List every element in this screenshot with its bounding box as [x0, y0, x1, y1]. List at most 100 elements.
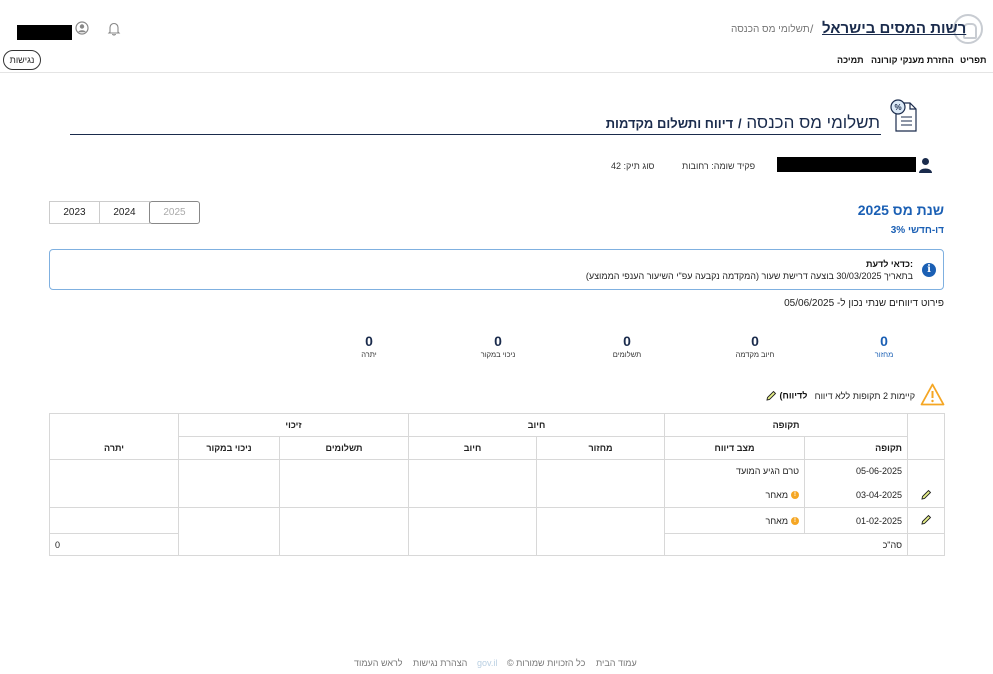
turnover-cell — [536, 459, 666, 508]
year-tabs: 2023 2024 2025 — [49, 201, 200, 224]
stat-label: יתרה — [361, 350, 377, 359]
total-balance: 0 — [49, 533, 179, 556]
withholding-cell — [177, 507, 281, 556]
balance-cell — [49, 507, 179, 534]
nav-corona-grants[interactable]: החזרת מענקי קורונה — [871, 55, 954, 65]
stat-advance-charge: 0 חיוב מקדמה — [715, 333, 795, 359]
header-divider — [0, 72, 993, 73]
status-cell: !מאחר — [664, 507, 806, 534]
withholding-cell — [177, 459, 281, 508]
late-indicator-icon: ! — [791, 491, 800, 500]
stat-payments: 0 תשלומים — [587, 333, 667, 359]
pencil-icon[interactable] — [920, 514, 932, 526]
tab-year-2024[interactable]: 2024 — [99, 201, 150, 224]
nav-menu[interactable]: תפריט — [960, 55, 986, 65]
table-row: 01-02-2025 !מאחר — [49, 507, 946, 556]
footer-accessibility-link[interactable]: הצהרת נגישות — [413, 658, 467, 668]
table-header: תקופה מצב דיווח מחזור חיוב תשלומים ניכוי… — [49, 436, 945, 460]
document-percent-icon: % — [890, 99, 917, 132]
advance-frequency: דו-חדשי — [907, 225, 944, 236]
svg-text:%: % — [894, 103, 901, 112]
report-link[interactable]: (לדיווח — [765, 390, 807, 402]
user-icon[interactable] — [75, 21, 89, 35]
status-text: טרם הגיע המועד — [735, 466, 800, 477]
stat-label: תשלומים — [612, 350, 642, 359]
page-title-underline — [70, 134, 881, 135]
total-label: סה"כ — [664, 533, 909, 556]
info-icon: i — [922, 263, 936, 277]
stat-value: 0 — [494, 333, 502, 349]
assessing-officer: פקיד שומה: רחובות — [682, 161, 756, 171]
advance-rate: דו-חדשי 3% — [891, 225, 944, 236]
file-type: סוג תיק: 42 — [611, 161, 655, 171]
tab-year-2023[interactable]: 2023 — [49, 201, 100, 224]
header-payments: תשלומים — [279, 436, 410, 460]
breadcrumb-separator: / — [810, 22, 814, 36]
balance-cell — [49, 459, 179, 508]
pencil-icon[interactable] — [920, 489, 932, 501]
stat-value: 0 — [623, 333, 631, 349]
payments-cell — [279, 507, 410, 556]
late-indicator-icon: ! — [791, 517, 800, 526]
person-icon — [919, 158, 932, 173]
breadcrumb[interactable]: תשלומי מס הכנסה — [731, 24, 810, 35]
page-title-main: תשלומי מס הכנסה — [746, 113, 880, 132]
info-text: בתאריך 30/03/2025 בוצעה דרישת שעור (המקד… — [585, 271, 913, 281]
turnover-cell — [536, 507, 666, 556]
info-notice: i כדאי לדעת: בתאריך 30/03/2025 בוצעה דרי… — [49, 249, 944, 290]
footer-rights: © כל הזכויות שמורות — [507, 658, 586, 668]
report-link-label[interactable]: (לדיווח — [780, 390, 808, 400]
stat-label: ניכוי במקור — [480, 350, 516, 359]
group-header-period: תקופה — [664, 413, 909, 437]
footer-home-link[interactable]: עמוד הבית — [596, 658, 637, 668]
site-title[interactable]: רשות המסים בישראל — [822, 20, 966, 37]
group-header-credit: זיכוי — [177, 413, 410, 437]
status-text: מאחר — [765, 489, 789, 500]
edit-cell — [907, 533, 946, 556]
pencil-icon — [766, 390, 777, 401]
page-title-separator: / — [737, 116, 742, 131]
page-title-sub: דיווח ותשלום מקדמות — [605, 116, 734, 131]
advance-rate-value: 3% — [890, 225, 906, 236]
periods-table: תקופה חיוב זיכוי תקופה מצב דיווח מחזור ח… — [49, 413, 946, 556]
period-cell: 03-04-2025 — [804, 482, 909, 508]
edit-cell — [907, 507, 946, 534]
header-balance: יתרה — [49, 436, 179, 460]
stat-value: 0 — [751, 333, 759, 349]
header-period: תקופה — [804, 436, 909, 460]
status-cell: !מאחר — [664, 482, 806, 508]
stat-withholding: 0 ניכוי במקור — [458, 333, 538, 359]
tax-year-label: שנת מס 2025 — [857, 202, 944, 218]
redacted-taxpayer-name — [777, 157, 916, 172]
edit-column-header — [907, 413, 946, 460]
edit-cell — [907, 459, 946, 508]
accessibility-button[interactable]: נגישות — [3, 50, 41, 70]
summary-date: פירוט דיווחים שנתי נכון ל- 05/06/2025 — [784, 298, 944, 309]
warning-text: קיימות 2 תקופות ללא דיווח — [814, 391, 915, 401]
tab-year-2025[interactable]: 2025 — [149, 201, 200, 224]
table-group-header: תקופה חיוב זיכוי — [49, 413, 946, 460]
header-turnover: מחזור — [536, 436, 666, 460]
charge-cell — [408, 459, 538, 508]
footer-top-link[interactable]: לראש העמוד — [354, 658, 403, 668]
period-cell: 01-02-2025 — [804, 507, 909, 534]
stat-value: 0 — [365, 333, 373, 349]
stat-value: 0 — [880, 333, 888, 349]
stat-label: מחזור — [874, 350, 894, 359]
group-header-balance — [49, 413, 179, 437]
header-withholding: ניכוי במקור — [177, 436, 281, 460]
header-charge: חיוב — [408, 436, 538, 460]
info-title: כדאי לדעת: — [866, 259, 913, 269]
footer-gov-logo[interactable]: gov.il — [477, 658, 497, 668]
stat-turnover: 0 מחזור — [844, 333, 924, 359]
group-header-charge: חיוב — [408, 413, 666, 437]
charge-cell — [408, 507, 538, 556]
bell-icon[interactable] — [107, 21, 121, 36]
redacted-username — [17, 25, 72, 40]
warning-icon — [920, 383, 945, 406]
nav-support[interactable]: תמיכה — [837, 55, 864, 65]
table-row: 05-06-2025 טרם הגיע המועד — [49, 459, 946, 508]
status-cell: טרם הגיע המועד — [664, 459, 806, 483]
stat-label: חיוב מקדמה — [735, 350, 775, 359]
stat-balance: 0 יתרה — [329, 333, 409, 359]
